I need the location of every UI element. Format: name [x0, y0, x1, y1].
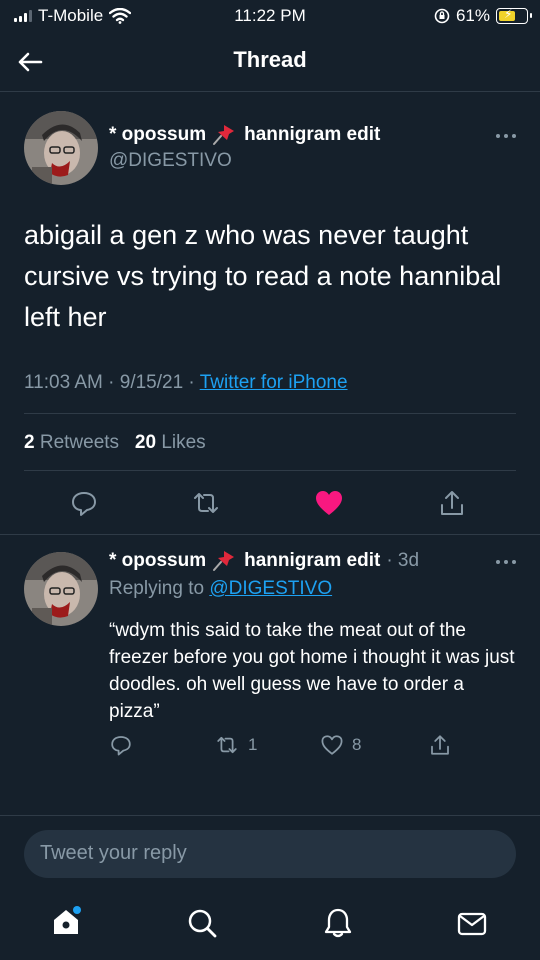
reply-age: · 3d: [386, 550, 420, 571]
page-title: Thread: [233, 47, 307, 72]
tweet-bottom-divider: [0, 534, 540, 535]
replying-to-link[interactable]: @DIGESTIVO: [209, 578, 332, 599]
likes-stat[interactable]: 20 Likes: [135, 432, 206, 453]
pin-icon: [213, 125, 235, 145]
retweets-count: 2: [24, 432, 35, 453]
reply-more-icon[interactable]: [492, 552, 520, 572]
author-handle[interactable]: @DIGESTIVO: [109, 150, 232, 172]
pin-icon: [213, 551, 235, 571]
replying-prefix: Replying to: [109, 578, 210, 599]
retweets-label: Retweets: [39, 432, 120, 453]
reply-like-count: 8: [352, 735, 362, 754]
reply-reply-action[interactable]: [109, 733, 133, 757]
battery-group: 61% ⚡: [434, 6, 532, 26]
likes-label: Likes: [161, 432, 206, 453]
tweet-author-row[interactable]: * opossum hannigram edit: [109, 123, 380, 147]
reply-icon: [111, 736, 131, 756]
tweet-source-link[interactable]: Twitter for iPhone: [200, 372, 348, 393]
battery-percent: 61%: [455, 6, 490, 25]
retweet-icon: [217, 736, 237, 754]
likes-count: 20: [134, 432, 157, 453]
mail-icon[interactable]: [456, 908, 488, 940]
heart-icon[interactable]: [314, 488, 344, 518]
reply-author-name: * opossum: [109, 550, 207, 571]
reply-icon[interactable]: [69, 488, 99, 518]
orientation-lock-icon: [434, 8, 450, 24]
tweet-text: abigail a gen z who was never taught cur…: [24, 220, 502, 332]
home-icon[interactable]: [50, 906, 82, 938]
reply-retweet-action[interactable]: 1: [214, 733, 257, 757]
battery-icon: ⚡: [496, 7, 532, 24]
more-icon[interactable]: [492, 126, 520, 146]
reply-retweet-count: 1: [248, 735, 258, 754]
tweet-meta: 11:03 AM · 9/15/21 · Twitter for iPhone: [24, 372, 348, 394]
stats-divider: [24, 470, 516, 471]
reply-text: “wdym this said to take the meat out of …: [109, 620, 515, 722]
share-icon[interactable]: [437, 488, 467, 518]
status-bar: T-Mobile 11:22 PM 61% ⚡: [0, 0, 540, 32]
reply-author-name-suffix: hannigram edit: [244, 550, 381, 571]
tweet-stats: 2 Retweets 20 Likes: [24, 432, 206, 454]
header-divider: [0, 91, 540, 92]
replying-to: Replying to @DIGESTIVO: [109, 578, 332, 600]
heart-outline-icon: [321, 735, 343, 755]
author-name: * opossum: [109, 124, 207, 145]
reply-author-row[interactable]: * opossum hannigram edit · 3d: [109, 549, 419, 573]
author-name-suffix: hannigram edit: [244, 124, 381, 145]
search-icon[interactable]: [186, 907, 218, 939]
reply-share-action[interactable]: [428, 733, 452, 757]
avatar[interactable]: [24, 111, 98, 185]
retweet-icon[interactable]: [191, 488, 221, 518]
reply-avatar[interactable]: [24, 552, 98, 626]
reply-like-action[interactable]: 8: [320, 733, 361, 757]
retweets-stat[interactable]: 2 Retweets: [24, 432, 119, 453]
composer-divider: [0, 815, 540, 816]
meta-divider: [24, 413, 516, 414]
share-icon: [431, 735, 449, 755]
tweet-timestamp: 11:03 AM · 9/15/21 ·: [24, 372, 200, 393]
bell-icon[interactable]: [322, 907, 354, 939]
reply-input-placeholder[interactable]: Tweet your reply: [40, 842, 187, 865]
